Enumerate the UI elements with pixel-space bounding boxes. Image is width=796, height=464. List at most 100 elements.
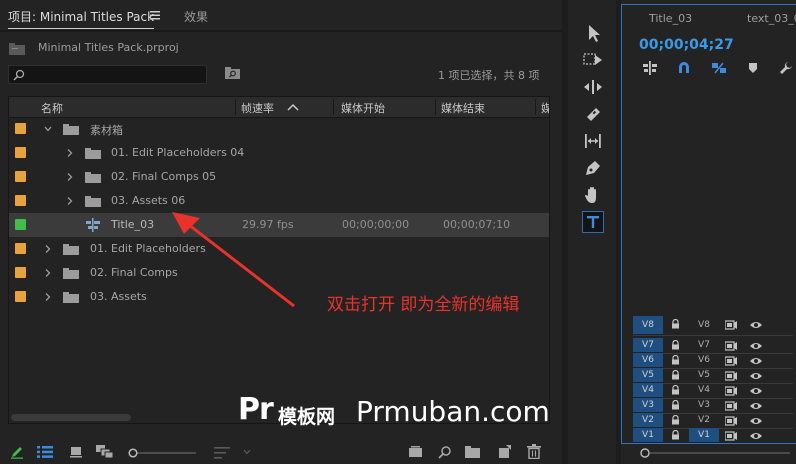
list-view-icon[interactable] (37, 446, 53, 458)
sync-lock-icon[interactable] (725, 386, 737, 396)
eye-icon[interactable] (749, 320, 763, 330)
lock-icon[interactable] (671, 340, 680, 350)
add-marker-icon[interactable] (748, 62, 758, 74)
column-media-extra[interactable]: 媒 (541, 100, 549, 116)
label-color-swatch[interactable] (15, 267, 26, 278)
column-separator[interactable] (235, 99, 236, 115)
pencil-icon[interactable] (10, 445, 24, 459)
timeline-zoom-scrollbar[interactable] (640, 448, 790, 458)
slip-tool[interactable] (582, 130, 604, 152)
label-color-swatch[interactable] (15, 219, 26, 230)
list-item[interactable]: 02. Final Comps 05 (9, 165, 549, 189)
track-target[interactable]: V3 (633, 398, 663, 412)
razor-tool[interactable] (582, 103, 604, 125)
tab-sequence[interactable]: text_03_0 (747, 12, 796, 25)
linked-selection-icon[interactable] (711, 61, 727, 75)
label-color-swatch[interactable] (15, 195, 26, 206)
source-patch[interactable]: V3 (689, 398, 719, 412)
sync-lock-icon[interactable] (725, 401, 737, 411)
lock-icon[interactable] (671, 400, 680, 410)
source-patch[interactable]: V4 (689, 383, 719, 397)
source-patch[interactable]: V5 (689, 368, 719, 382)
eye-icon[interactable] (749, 341, 763, 351)
lock-icon[interactable] (671, 370, 680, 380)
column-name[interactable]: 名称 (41, 100, 63, 116)
tab-sequence[interactable]: Title_03 (649, 12, 692, 25)
playhead-timecode[interactable]: 00;00;04;27 (639, 37, 734, 53)
eye-icon[interactable] (749, 431, 763, 441)
sync-lock-icon[interactable] (725, 356, 737, 366)
track-target[interactable]: V5 (633, 368, 663, 382)
source-patch[interactable]: V7 (689, 338, 719, 352)
pen-tool[interactable] (582, 157, 604, 179)
chevron-down-icon[interactable] (43, 124, 53, 134)
chevron-down-icon[interactable] (243, 449, 251, 455)
track-target[interactable]: V7 (633, 338, 663, 352)
eye-icon[interactable] (749, 401, 763, 411)
sync-lock-icon[interactable] (725, 320, 737, 330)
eye-icon[interactable] (749, 386, 763, 396)
source-patch[interactable]: V8 (689, 316, 719, 334)
lock-icon[interactable] (671, 385, 680, 395)
chevron-right-icon[interactable] (65, 172, 75, 182)
lock-icon[interactable] (671, 319, 680, 329)
list-item[interactable]: 01. Edit Placeholders 04 (9, 141, 549, 165)
snap-icon[interactable] (677, 61, 691, 75)
track-target[interactable]: V1 (633, 428, 663, 442)
column-separator[interactable] (435, 99, 436, 115)
horizontal-scrollbar[interactable] (11, 414, 131, 421)
wrench-icon[interactable] (779, 61, 793, 75)
lock-icon[interactable] (671, 355, 680, 365)
chevron-right-icon[interactable] (65, 196, 75, 206)
tab-effects[interactable]: 效果 (184, 8, 208, 25)
track-target[interactable]: V8 (633, 316, 663, 334)
tab-project[interactable]: 项目: Minimal Titles Pack (8, 8, 155, 29)
zoom-slider[interactable] (128, 448, 198, 458)
chevron-right-icon[interactable] (65, 148, 75, 158)
selection-tool[interactable] (582, 22, 604, 44)
automate-to-sequence-icon[interactable] (409, 446, 423, 458)
find-icon[interactable] (438, 445, 452, 459)
label-color-swatch[interactable] (15, 171, 26, 182)
freeform-view-icon[interactable] (96, 445, 114, 459)
track-target[interactable]: V4 (633, 383, 663, 397)
sort-icons-icon[interactable] (214, 447, 230, 459)
eye-icon[interactable] (749, 356, 763, 366)
sort-ascending-icon[interactable] (287, 103, 299, 111)
eye-icon[interactable] (749, 416, 763, 426)
track-target[interactable]: V2 (633, 413, 663, 427)
track-target[interactable]: V6 (633, 353, 663, 367)
icon-view-icon[interactable] (70, 446, 82, 458)
new-search-bin-icon[interactable] (225, 67, 241, 79)
label-color-swatch[interactable] (15, 123, 26, 134)
label-color-swatch[interactable] (15, 291, 26, 302)
trash-icon[interactable] (527, 444, 541, 459)
panel-menu-icon[interactable] (150, 11, 160, 20)
chevron-right-icon[interactable] (43, 268, 53, 278)
eye-icon[interactable] (749, 371, 763, 381)
lock-icon[interactable] (671, 430, 680, 440)
hand-tool[interactable] (582, 184, 604, 206)
column-media-start[interactable]: 媒体开始 (341, 100, 385, 116)
source-patch[interactable]: V6 (689, 353, 719, 367)
column-separator[interactable] (535, 99, 536, 115)
search-input[interactable] (8, 65, 207, 84)
sync-lock-icon[interactable] (725, 431, 737, 441)
insert-sequence-icon[interactable] (643, 61, 657, 75)
source-patch[interactable]: V2 (689, 413, 719, 427)
chevron-right-icon[interactable] (43, 292, 53, 302)
sync-lock-icon[interactable] (725, 371, 737, 381)
track-select-tool[interactable] (582, 49, 604, 71)
column-separator[interactable] (333, 99, 334, 115)
label-color-swatch[interactable] (15, 243, 26, 254)
source-patch[interactable]: V1 (689, 428, 719, 442)
column-media-end[interactable]: 媒体结束 (441, 100, 485, 116)
type-tool[interactable] (582, 211, 604, 233)
ripple-edit-tool[interactable] (582, 76, 604, 98)
lock-icon[interactable] (671, 415, 680, 425)
new-bin-icon[interactable] (465, 446, 481, 458)
chevron-right-icon[interactable] (43, 244, 53, 254)
list-item[interactable]: 素材箱 (9, 117, 549, 141)
sync-lock-icon[interactable] (725, 416, 737, 426)
sync-lock-icon[interactable] (725, 341, 737, 351)
